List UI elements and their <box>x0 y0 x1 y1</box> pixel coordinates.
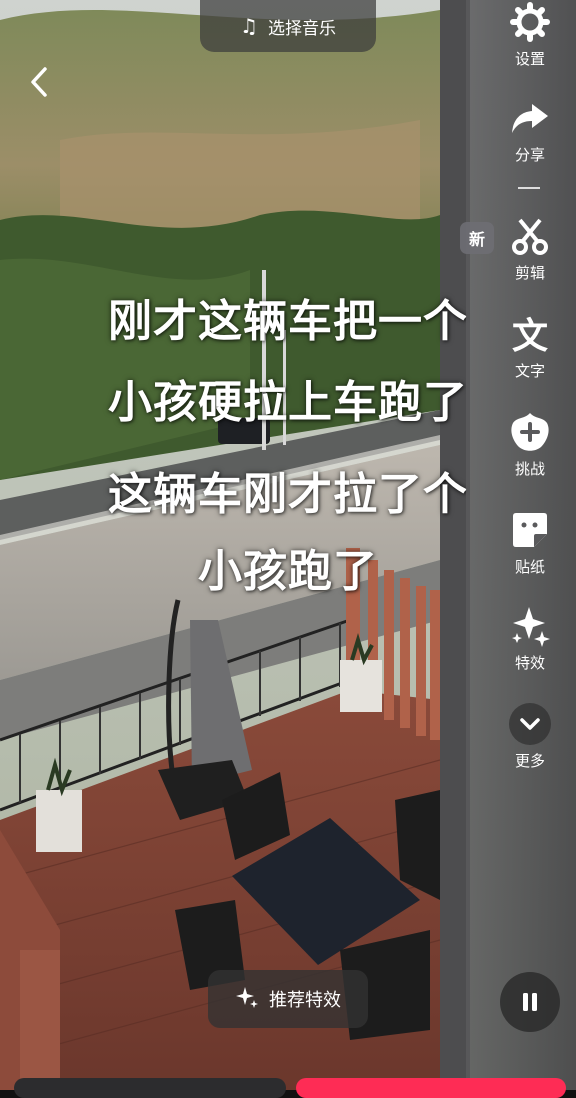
more-label: 更多 <box>514 752 545 770</box>
back-button[interactable] <box>22 62 56 102</box>
share-button[interactable]: 分享 <box>478 96 576 165</box>
edit-button[interactable]: 剪辑 <box>478 214 576 283</box>
share-icon <box>508 96 552 140</box>
bottom-left-button[interactable] <box>14 1078 286 1098</box>
sparkle-small-icon <box>235 985 259 1014</box>
pause-icon <box>523 993 537 1011</box>
scissors-icon <box>508 214 552 258</box>
sticker-label: 贴纸 <box>514 558 545 576</box>
challenge-label: 挑战 <box>514 460 545 478</box>
bottom-next-button[interactable] <box>296 1078 566 1098</box>
choose-music-button[interactable]: ♫ 选择音乐 <box>200 0 376 52</box>
chevron-down-icon <box>508 702 552 746</box>
recommended-effects-button[interactable]: 推荐特效 <box>208 970 368 1028</box>
sparkle-icon <box>508 604 552 648</box>
sticker-button[interactable]: 贴纸 <box>478 508 576 577</box>
share-label: 分享 <box>514 146 545 164</box>
pause-button[interactable] <box>500 972 560 1032</box>
recommended-effects-label: 推荐特效 <box>269 990 341 1011</box>
challenge-icon <box>508 410 552 454</box>
challenge-button[interactable]: 挑战 <box>478 410 576 479</box>
more-button[interactable]: 更多 <box>478 702 576 771</box>
back-arrow-icon <box>31 67 47 97</box>
svg-text:文: 文 <box>512 316 548 354</box>
text-button[interactable]: 文 文字 <box>478 312 576 381</box>
effects-label: 特效 <box>514 654 545 672</box>
music-note-icon: ♫ <box>240 14 258 38</box>
sticker-icon <box>508 508 552 552</box>
text-icon: 文 <box>508 312 552 356</box>
gear-icon <box>508 0 552 44</box>
effects-button[interactable]: 特效 <box>478 604 576 673</box>
settings-label: 设置 <box>514 50 545 68</box>
text-label: 文字 <box>514 362 545 380</box>
toolbar-divider <box>518 187 540 189</box>
edit-label: 剪辑 <box>514 264 545 282</box>
choose-music-label: 选择音乐 <box>267 18 336 39</box>
settings-button[interactable]: 设置 <box>478 0 576 69</box>
